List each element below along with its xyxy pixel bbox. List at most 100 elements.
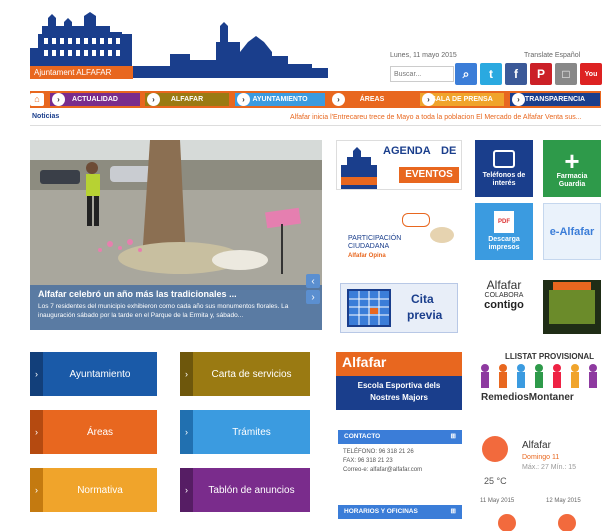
nav-arrow-icon: › <box>237 93 250 106</box>
current-date: Lunes, 11 mayo 2015 <box>390 52 457 59</box>
chevron-right-icon: › <box>311 291 315 303</box>
home-icon: ⌂ <box>34 94 40 104</box>
remedios-label: RemediosMontaner <box>481 392 574 403</box>
btn-carta-servicios[interactable]: › Carta de servicios <box>180 352 310 396</box>
chevron-right-icon: › <box>30 410 43 454</box>
e-alfafar-tile[interactable]: e-Alfafar <box>543 203 601 260</box>
youtube-icon: You <box>584 70 598 78</box>
search-icon: ⌕ <box>462 66 470 81</box>
nav-arrow-icon: › <box>512 93 525 106</box>
slider-title: Alfafar celebró un año más las tradicion… <box>38 289 237 299</box>
twitter-button[interactable]: t <box>480 63 502 85</box>
weather-day: Domingo 11 <box>522 454 560 461</box>
hand-icon <box>430 227 454 243</box>
search-input[interactable] <box>390 66 454 82</box>
llistat-label: LLISTAT PROVISIONAL <box>505 352 595 361</box>
chevron-right-icon: ⊞ <box>450 433 456 440</box>
logo-label: Ajuntament ALFAFAR <box>30 66 133 79</box>
weather-widget: 25 °C Alfafar Domingo 11 Máx.: 27 Mín.: … <box>476 424 601 504</box>
phone-icon <box>493 149 515 168</box>
participacion-title: PARTICIPACIÓN CIUDADANA <box>348 235 402 250</box>
facebook-icon: f <box>514 67 518 81</box>
youtube-button[interactable]: You <box>580 63 602 85</box>
telefonos-tile[interactable]: Teléfonos de interés <box>475 140 533 197</box>
btn-tramites[interactable]: › Trámites <box>180 410 310 454</box>
pinterest-icon: P <box>536 67 545 81</box>
calendar-icon <box>347 289 391 327</box>
weather-city: Alfafar <box>522 440 551 451</box>
nav-transparencia[interactable]: › Transparencia <box>510 93 600 106</box>
pinterest-button[interactable]: P <box>530 63 552 85</box>
correo-link[interactable]: Correo-e: alfafar@alfafar.com <box>343 466 422 475</box>
contacto-header[interactable]: CONTACTO ⊞ <box>338 430 462 444</box>
facebook-button[interactable]: f <box>505 63 527 85</box>
chevron-left-icon: ‹ <box>311 275 315 287</box>
forecast-sun-icon <box>498 514 516 531</box>
nav-arrow-icon: › <box>52 93 65 106</box>
weather-temp: 25 °C <box>484 476 507 486</box>
ticker-text[interactable]: Alfafar inicia l'Entrecareu trece de May… <box>290 114 582 121</box>
escola-esportiva-banner[interactable]: Alfafar Escola Esportiva dels Nostres Ma… <box>336 352 462 410</box>
nav-actualidad[interactable]: › Actualidad <box>50 93 140 106</box>
agenda-line3: EVENTOS <box>399 167 459 183</box>
twitter-icon: t <box>489 67 493 81</box>
agenda-line2: DE <box>441 145 457 157</box>
pdf-icon: PDF <box>494 211 514 233</box>
search-button[interactable]: ⌕ <box>455 63 477 85</box>
descarga-tile[interactable]: PDF Descarga impresos <box>475 203 533 260</box>
forecast-sun-icon <box>558 514 576 531</box>
chevron-right-icon: › <box>30 468 43 512</box>
telefonos-label: Teléfonos de interés <box>482 171 526 187</box>
cita-previa-banner[interactable]: Cita previa <box>340 283 458 333</box>
contacto-info: TELÉFONO: 96 318 21 26 FAX: 96 318 21 23… <box>343 448 422 475</box>
farmacia-tile[interactable]: + Farmacia Guardia <box>543 140 601 197</box>
speech-bubble-icon <box>402 213 430 227</box>
instagram-button[interactable]: □ <box>555 63 577 85</box>
btn-areas[interactable]: › Áreas <box>30 410 157 454</box>
agenda-eventos-banner[interactable]: AGENDA DE EVENTOS <box>336 140 462 190</box>
btn-normativa[interactable]: › Normativa <box>30 468 157 512</box>
chevron-right-icon: › <box>180 468 193 512</box>
slider-prev-button[interactable]: ‹ <box>306 274 320 288</box>
forecast-day2: 12 May 2015 <box>546 498 581 504</box>
escola-subtitle: Escola Esportiva dels Nostres Majors <box>336 376 462 410</box>
news-ticker: Noticias Alfafar inicia l'Entrecareu tre… <box>30 110 601 126</box>
nav-sala-prensa[interactable]: › Sala de prensa <box>420 93 504 106</box>
alfafar-colabora-tile[interactable]: Alfafar COLABORA contigo <box>475 276 533 334</box>
instagram-icon: □ <box>562 67 570 81</box>
expand-icon: ⊞ <box>450 508 456 515</box>
forecast-day1: 11 May 2015 <box>480 498 515 504</box>
pharmacy-cross-icon: + <box>564 145 580 176</box>
participacion-subtitle: Alfafar Opina <box>348 253 386 259</box>
nav-arrow-icon: › <box>332 93 345 106</box>
sun-icon <box>482 436 508 462</box>
slider-description: Los 7 residentes del municipio exhibiero… <box>38 303 289 319</box>
nav-alfafar[interactable]: › Alfafar <box>145 93 229 106</box>
home-button[interactable]: ⌂ <box>30 93 44 106</box>
cita-line1: Cita <box>411 292 434 306</box>
btn-ayuntamiento[interactable]: › Ayuntamiento <box>30 352 157 396</box>
slider-next-button[interactable]: › <box>306 290 320 304</box>
chevron-right-icon: › <box>30 352 43 396</box>
btn-tablon-anuncios[interactable]: › Tablón de anuncios <box>180 468 310 512</box>
page: Ajuntament ALFAFAR Lunes, 11 mayo 2015 T… <box>0 0 611 531</box>
telefono-text: TELÉFONO: 96 318 21 26 <box>343 449 414 455</box>
e-alfafar-label: e-Alfafar <box>549 225 595 238</box>
horarios-header[interactable]: HORARIOS Y OFICINAS ⊞ <box>338 505 462 519</box>
farmacia-label: Farmacia Guardia <box>556 172 588 188</box>
promo-photo <box>549 290 595 324</box>
nav-areas[interactable]: › Áreas <box>330 93 414 106</box>
cita-line2: previa <box>407 308 443 322</box>
chevron-right-icon: › <box>180 352 193 396</box>
fax-text: FAX: 96 318 21 23 <box>343 458 393 464</box>
slider-caption[interactable]: Alfafar celebró un año más las tradicion… <box>30 285 322 330</box>
chevron-right-icon: › <box>180 410 193 454</box>
nav-ayuntamiento[interactable]: › Ayuntamiento <box>235 93 325 106</box>
promo-image-tile[interactable] <box>543 280 601 334</box>
weather-minmax: Máx.: 27 Mín.: 15 <box>522 464 577 471</box>
nav-arrow-icon: › <box>147 93 160 106</box>
promo-badge <box>553 282 591 290</box>
llistat-provisional-banner[interactable]: LLISTAT PROVISIONAL RemediosMontaner <box>475 352 601 410</box>
translate-select[interactable]: Translate Español <box>524 52 580 59</box>
participacion-banner[interactable]: PARTICIPACIÓN CIUDADANA Alfafar Opina <box>336 205 462 267</box>
